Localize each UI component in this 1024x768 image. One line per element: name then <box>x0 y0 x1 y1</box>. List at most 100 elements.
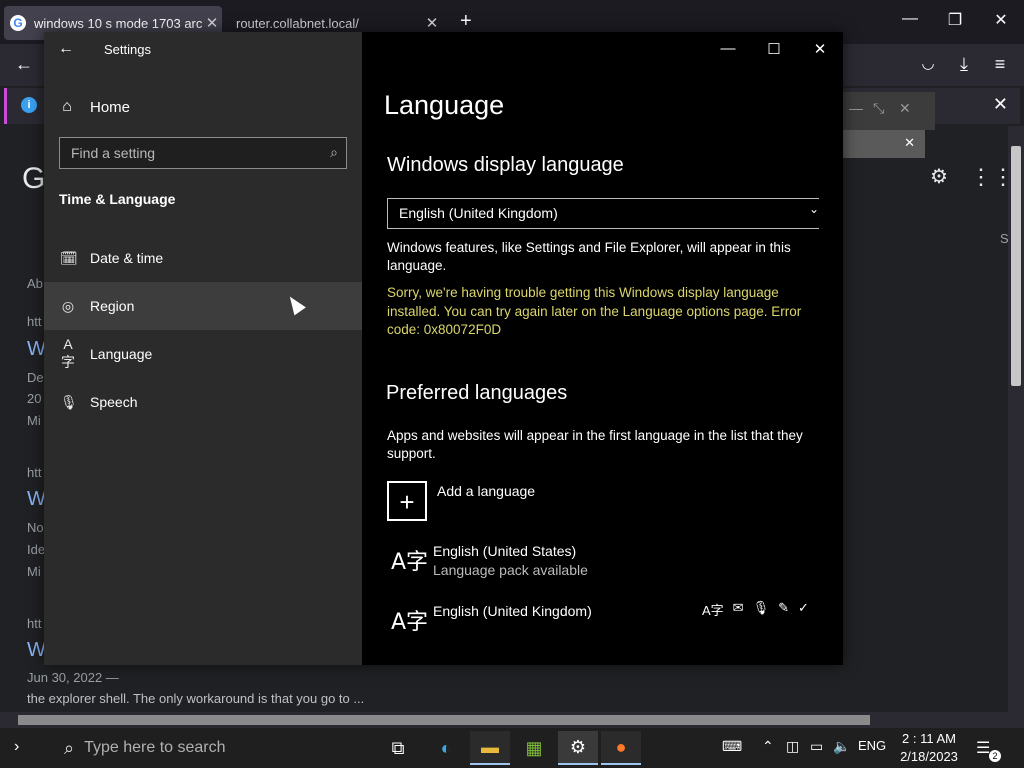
minimize-icon[interactable]: — <box>898 10 922 28</box>
settings-window: ← Settings ⌂ Home Find a setting ⌕ Time … <box>44 32 843 665</box>
language-name[interactable]: English (United States) <box>433 543 576 559</box>
taskbar-clock[interactable]: 2 : 11 AM 2/18/2023 <box>894 730 964 766</box>
popup-panel: — ⤡ ✕ <box>843 92 935 130</box>
resize-icon[interactable]: ⤡ <box>873 100 884 117</box>
tab-title: windows 10 s mode 1703 archi <box>34 15 202 31</box>
restore-icon[interactable]: ❐ <box>943 10 967 30</box>
back-arrow-icon[interactable]: ← <box>58 40 74 58</box>
network-disconnected-icon[interactable]: ▭ <box>810 738 823 755</box>
google-favicon-icon: G <box>10 15 26 31</box>
home-icon: ⌂ <box>62 98 72 115</box>
chevron-down-icon: ⌄ <box>808 202 819 216</box>
settings-content-pane: — ☐ ✕ Language Windows display language … <box>362 32 843 665</box>
page-title: Language <box>384 90 505 120</box>
page-text: De <box>27 370 44 385</box>
taskbar: › ⌕ Type here to search ⧉ ◐ ▬ ▦ ⚙ ● ⌨ ⌃ … <box>0 728 1024 768</box>
display-language-feature-icon: A字 <box>702 603 724 618</box>
close-icon[interactable]: ✕ <box>904 135 915 151</box>
page-text: No <box>27 520 44 535</box>
settings-gear-icon[interactable]: ⚙ <box>930 164 948 189</box>
microphone-icon: 🎙 <box>60 393 78 410</box>
new-tab-button[interactable]: + <box>460 10 472 33</box>
spell-check-icon: ✓ <box>798 600 809 615</box>
dropdown-value: English (United Kingdom) <box>399 205 558 221</box>
page-text: Mi <box>27 413 41 428</box>
taskbar-search-box[interactable]: ⌕ Type here to search <box>44 728 374 768</box>
close-notification-icon[interactable]: ✕ <box>993 94 1008 115</box>
nav-item-date-time[interactable]: 🗓 Date & time <box>44 234 362 282</box>
handwriting-icon: ✎ <box>778 600 789 615</box>
plus-icon: + <box>399 487 415 517</box>
back-arrow-icon[interactable]: ← <box>13 54 35 75</box>
nav-item-label: Region <box>90 298 135 314</box>
page-text: htt <box>27 465 42 480</box>
search-icon: ⌕ <box>330 144 338 160</box>
chevron-up-icon[interactable]: ⌃ <box>762 738 774 755</box>
file-explorer-icon[interactable]: ▬ <box>470 731 510 765</box>
close-tab-icon[interactable]: ✕ <box>202 14 222 32</box>
notification-count-badge: 2 <box>989 750 1001 762</box>
nav-group-heading: Time & Language <box>59 191 176 207</box>
input-language-indicator[interactable]: ENG <box>858 738 886 753</box>
maximize-icon[interactable]: ☐ <box>763 40 785 58</box>
display-language-heading: Windows display language <box>387 154 624 176</box>
edge-browser-icon[interactable]: ◐ <box>426 731 466 765</box>
page-text: Jun 30, 2022 — <box>27 670 119 685</box>
page-text: htt <box>27 314 42 329</box>
speech-recognition-icon: 🎙 <box>752 600 770 615</box>
language-icon: A字 <box>391 550 429 575</box>
display-language-description: Windows features, like Settings and File… <box>387 240 791 273</box>
firefox-icon[interactable]: ● <box>601 731 641 765</box>
globe-icon: ◎ <box>61 297 75 314</box>
language-feature-icons: A字 ✉ 🎙 ✎ ✓ <box>702 600 809 619</box>
search-placeholder: Find a setting <box>71 145 156 161</box>
minimize-icon[interactable]: — <box>849 100 863 116</box>
language-name[interactable]: English (United Kingdom) <box>433 603 592 619</box>
download-icon[interactable]: ⤓ <box>953 54 975 75</box>
nav-item-speech[interactable]: 🎙 Speech <box>44 378 362 426</box>
page-text: 20 <box>27 391 42 406</box>
chevron-right-icon[interactable]: › <box>14 738 19 756</box>
calendar-clock-icon: 🗓 <box>60 249 78 266</box>
pocket-icon[interactable]: ◡ <box>917 54 939 72</box>
minimize-icon[interactable]: — <box>717 40 739 57</box>
info-icon: i <box>21 97 37 113</box>
volume-muted-icon[interactable]: 🔈 <box>833 738 850 755</box>
task-view-icon[interactable]: ⧉ <box>378 731 418 765</box>
close-window-icon[interactable]: ✕ <box>809 40 831 58</box>
microsoft-store-icon[interactable]: ▦ <box>514 731 554 765</box>
language-icon: A字 <box>61 336 75 370</box>
add-language-label[interactable]: Add a language <box>437 483 535 499</box>
nav-item-label: Speech <box>90 394 138 410</box>
close-window-icon[interactable]: ✕ <box>989 10 1013 30</box>
search-icon: ⌕ <box>64 737 75 758</box>
nav-item-language[interactable]: A字 Language <box>44 330 362 378</box>
page-text: htt <box>27 616 42 631</box>
nav-item-region[interactable]: ◎ Region <box>44 282 362 330</box>
home-nav-item[interactable]: ⌂ Home <box>58 96 130 118</box>
find-bar: ✕ <box>843 130 925 158</box>
add-language-button[interactable]: + <box>387 481 427 521</box>
clock-date: 2/18/2023 <box>900 749 958 764</box>
settings-gear-icon[interactable]: ⚙ <box>558 731 598 765</box>
menu-icon[interactable]: ≡ <box>989 54 1011 75</box>
vertical-scrollbar[interactable] <box>1008 126 1024 712</box>
text-to-speech-icon: ✉ <box>732 600 744 615</box>
scrollbar-thumb[interactable] <box>1011 146 1021 386</box>
nav-item-label: Language <box>90 346 153 362</box>
google-logo: G <box>22 162 46 195</box>
desktop-screen: G windows 10 s mode 1703 archi ✕ router.… <box>0 0 1024 768</box>
close-icon[interactable]: ✕ <box>899 100 911 117</box>
page-text: Mi <box>27 564 41 579</box>
error-message: Sorry, we're having trouble getting this… <box>387 285 802 337</box>
horizontal-scrollbar[interactable] <box>0 712 1024 728</box>
display-language-dropdown[interactable]: English (United Kingdom) ⌄ <box>387 198 819 229</box>
meet-now-icon[interactable]: ◫ <box>786 738 799 755</box>
preferred-languages-description: Apps and websites will appear in the fir… <box>387 428 803 461</box>
scrollbar-thumb[interactable] <box>18 715 870 725</box>
touch-keyboard-icon[interactable]: ⌨ <box>722 738 742 755</box>
page-text: Ab <box>27 276 43 291</box>
find-setting-input[interactable]: Find a setting ⌕ <box>59 137 347 169</box>
tab-title: router.collabnet.local/ <box>236 15 359 31</box>
close-tab-icon[interactable]: ✕ <box>422 14 442 32</box>
